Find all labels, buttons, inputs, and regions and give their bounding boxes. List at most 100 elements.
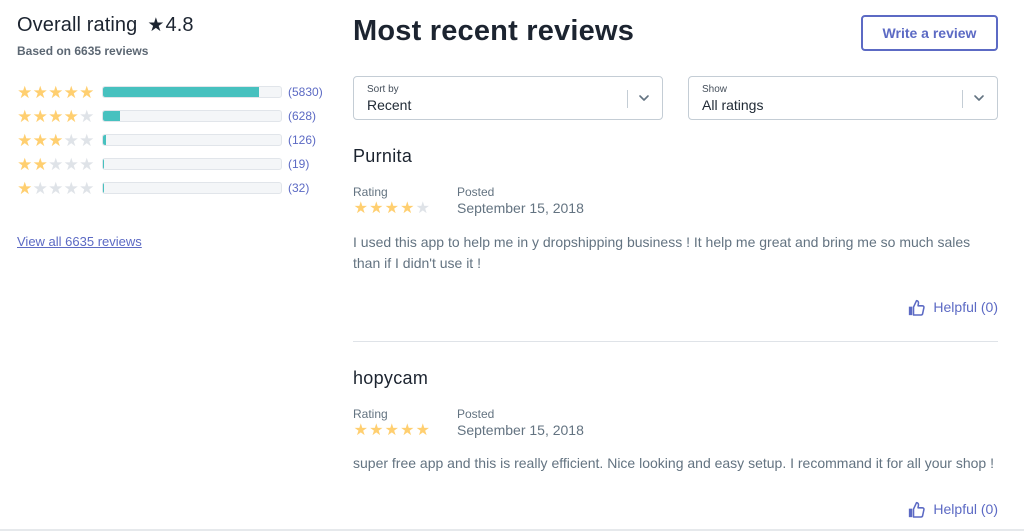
star-filled-icon: ★ <box>32 130 48 150</box>
star-filled-icon: ★ <box>17 130 33 150</box>
review-filters: Sort by Recent Show All ratings <box>353 76 998 120</box>
star-filled-icon: ★ <box>353 422 368 439</box>
overall-score-value: 4.8 <box>165 14 194 36</box>
review-stars: ★ ★ ★ ★ ★ <box>353 200 457 217</box>
sort-by-label: Sort by <box>367 84 399 95</box>
distribution-bar <box>102 110 282 122</box>
view-all-reviews-link[interactable]: View all 6635 reviews <box>17 234 142 249</box>
distribution-count[interactable]: (32) <box>288 181 309 195</box>
overall-rating-heading: Overall rating ★ 4.8 <box>17 14 337 42</box>
star-empty-icon: ★ <box>63 130 79 150</box>
review-meta: Rating ★ ★ ★ ★ ★ Posted September 15, 2018 <box>353 407 998 439</box>
rating-label: Rating <box>353 407 388 421</box>
review-count-text: Based on 6635 reviews <box>17 44 149 58</box>
star-filled-icon: ★ <box>79 82 95 102</box>
overall-score: ★ 4.8 <box>147 14 193 37</box>
star-filled-icon: ★ <box>48 130 64 150</box>
chevron-down-icon <box>639 95 649 101</box>
show-value: All ratings <box>702 97 764 113</box>
star-empty-icon: ★ <box>79 178 95 198</box>
reviews-header: Most recent reviews Write a review <box>353 0 998 68</box>
reviews-section: Most recent reviews Write a review Sort … <box>353 0 998 519</box>
star-empty-icon: ★ <box>48 154 64 174</box>
review-rating: Rating ★ ★ ★ ★ ★ <box>353 407 457 439</box>
reviewer-name: Purnita <box>353 146 413 166</box>
star-empty-icon: ★ <box>415 200 430 217</box>
distribution-bar-fill <box>103 87 260 97</box>
review-posted: Posted September 15, 2018 <box>457 407 584 439</box>
thumbs-up-icon <box>909 501 926 518</box>
distribution-count[interactable]: (126) <box>288 133 316 147</box>
sort-by-value: Recent <box>367 97 412 113</box>
star-icon: ★ <box>147 15 165 36</box>
review-body: super free app and this is really effici… <box>353 455 994 471</box>
review-body: I used this app to help me in y dropship… <box>353 234 971 271</box>
star-filled-icon: ★ <box>415 422 430 439</box>
distribution-count[interactable]: (19) <box>288 157 309 171</box>
distribution-bar <box>102 182 282 194</box>
posted-date: September 15, 2018 <box>457 200 584 216</box>
distribution-row-2[interactable]: ★ ★ ★ ★ ★ (19) <box>17 152 337 176</box>
helpful-label: Helpful (0) <box>933 501 998 517</box>
star-empty-icon: ★ <box>79 154 95 174</box>
helpful-label: Helpful (0) <box>933 299 998 315</box>
distribution-row-1[interactable]: ★ ★ ★ ★ ★ (32) <box>17 176 337 200</box>
star-empty-icon: ★ <box>32 178 48 198</box>
star-filled-icon: ★ <box>384 200 399 217</box>
select-divider <box>627 90 628 108</box>
posted-label: Posted <box>457 407 495 421</box>
helpful-button[interactable]: Helpful (0) <box>353 297 998 317</box>
star-filled-icon: ★ <box>32 106 48 126</box>
star-filled-icon: ★ <box>400 422 415 439</box>
distribution-bar-fill <box>103 183 104 193</box>
sort-by-select[interactable]: Sort by Recent <box>353 76 663 120</box>
star-filled-icon: ★ <box>48 82 64 102</box>
rating-summary: Overall rating ★ 4.8 Based on 6635 revie… <box>17 14 337 251</box>
distribution-count[interactable]: (5830) <box>288 85 323 99</box>
star-filled-icon: ★ <box>17 106 33 126</box>
star-filled-icon: ★ <box>400 200 415 217</box>
star-rating: ★ ★ ★ ★ ★ <box>17 132 101 149</box>
star-filled-icon: ★ <box>63 82 79 102</box>
posted-label: Posted <box>457 185 495 199</box>
star-rating: ★ ★ ★ ★ ★ <box>17 156 101 173</box>
star-filled-icon: ★ <box>17 178 33 198</box>
show-ratings-select[interactable]: Show All ratings <box>688 76 998 120</box>
star-empty-icon: ★ <box>48 178 64 198</box>
star-filled-icon: ★ <box>48 106 64 126</box>
star-rating: ★ ★ ★ ★ ★ <box>17 180 101 197</box>
distribution-bar-fill <box>103 135 107 145</box>
posted-date: September 15, 2018 <box>457 422 584 438</box>
star-empty-icon: ★ <box>79 106 95 126</box>
distribution-bar-fill <box>103 111 120 121</box>
distribution-count[interactable]: (628) <box>288 109 316 123</box>
star-empty-icon: ★ <box>63 154 79 174</box>
review-item: hopycam Rating ★ ★ ★ ★ ★ Posted September 15… <box>353 368 998 519</box>
rating-distribution: ★ ★ ★ ★ ★ (5830) ★ ★ ★ ★ ★ (628) ★ ★ ★ ★ ★ (126) ★ ★ ★… <box>17 80 337 200</box>
distribution-bar-fill <box>103 159 104 169</box>
distribution-row-4[interactable]: ★ ★ ★ ★ ★ (628) <box>17 104 337 128</box>
star-filled-icon: ★ <box>32 82 48 102</box>
helpful-button[interactable]: Helpful (0) <box>353 499 998 519</box>
review-rating: Rating ★ ★ ★ ★ ★ <box>353 185 457 217</box>
distribution-bar <box>102 86 282 98</box>
star-rating: ★ ★ ★ ★ ★ <box>17 84 101 101</box>
show-label: Show <box>702 84 728 95</box>
star-filled-icon: ★ <box>32 154 48 174</box>
select-divider <box>962 90 963 108</box>
write-review-button[interactable]: Write a review <box>861 15 998 51</box>
reviewer-name: hopycam <box>353 368 429 388</box>
distribution-row-3[interactable]: ★ ★ ★ ★ ★ (126) <box>17 128 337 152</box>
star-filled-icon: ★ <box>17 154 33 174</box>
star-filled-icon: ★ <box>353 200 368 217</box>
star-filled-icon: ★ <box>17 82 33 102</box>
chevron-down-icon <box>974 95 984 101</box>
distribution-bar <box>102 158 282 170</box>
overall-rating-title: Overall rating <box>17 14 138 36</box>
distribution-bar <box>102 134 282 146</box>
page-title: Most recent reviews <box>353 15 635 47</box>
star-filled-icon: ★ <box>369 200 384 217</box>
review-meta: Rating ★ ★ ★ ★ ★ Posted September 15, 2018 <box>353 185 998 217</box>
distribution-row-5[interactable]: ★ ★ ★ ★ ★ (5830) <box>17 80 337 104</box>
star-empty-icon: ★ <box>63 178 79 198</box>
